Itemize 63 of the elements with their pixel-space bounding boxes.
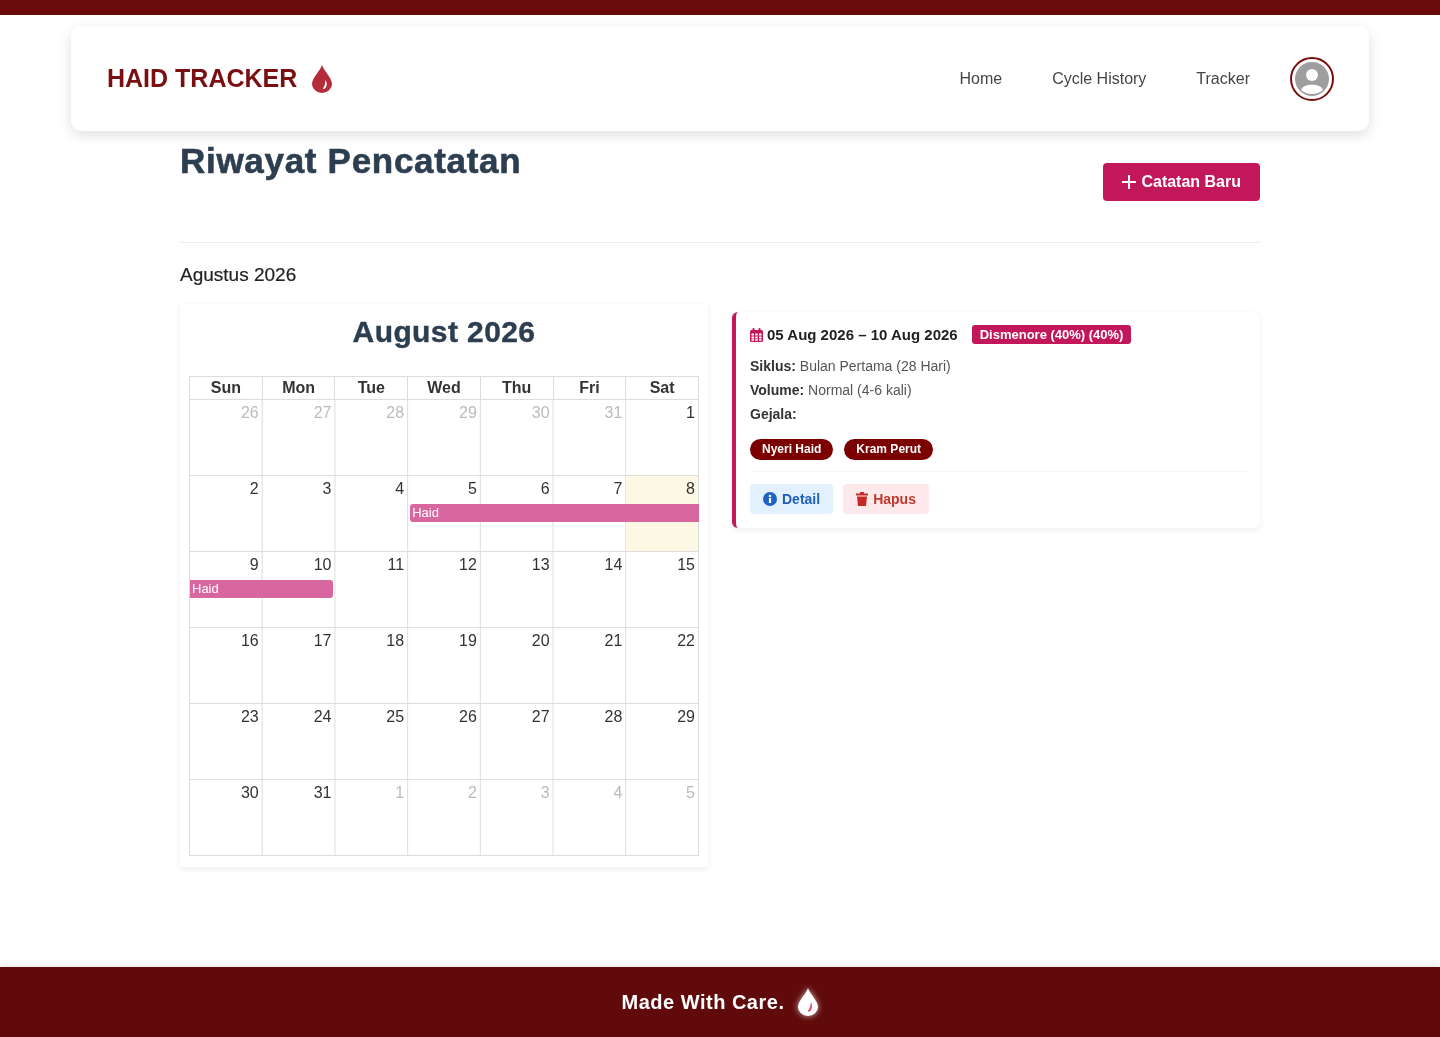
day-number[interactable]: 8	[626, 476, 698, 504]
drop-icon	[798, 988, 819, 1016]
brand-title[interactable]: HAID TRACKER	[107, 64, 298, 93]
nav-link[interactable]: Tracker	[1196, 69, 1250, 88]
detail-line: Siklus: Bulan Pertama (28 Hari)	[750, 357, 951, 375]
weekday-header: Mon	[262, 377, 336, 400]
calendar-icon	[750, 327, 763, 342]
day-number[interactable]: 5	[408, 476, 480, 504]
day-number[interactable]: 9	[190, 552, 262, 580]
day-number[interactable]: 22	[626, 628, 698, 656]
delete-button[interactable]: Hapus	[843, 484, 929, 514]
date-range: 05 Aug 2026 – 10 Aug 2026	[767, 326, 958, 343]
day-number[interactable]: 28	[553, 704, 626, 732]
day-number[interactable]: 6	[480, 476, 553, 504]
info-icon	[763, 492, 777, 506]
day-number[interactable]: 1	[626, 400, 698, 428]
weekday-header: Tue	[335, 377, 409, 400]
day-number[interactable]: 15	[626, 552, 698, 580]
day-number[interactable]: 2	[190, 476, 262, 504]
symptom-tag: Nyeri Haid	[750, 439, 834, 460]
footer-text: Made With Care.	[621, 990, 785, 1014]
day-number[interactable]: 25	[335, 704, 408, 732]
weekday-header: Sat	[626, 377, 699, 400]
day-number[interactable]: 21	[553, 628, 626, 656]
day-number[interactable]: 30	[190, 780, 262, 808]
day-number[interactable]: 7	[553, 476, 626, 504]
day-number[interactable]: 16	[190, 628, 262, 656]
day-number[interactable]: 11	[335, 552, 408, 580]
day-number[interactable]: 24	[262, 704, 335, 732]
symptom-tag: Kram Perut	[844, 439, 934, 460]
weekday-header: Fri	[553, 377, 627, 400]
month-heading: Agustus 2026	[180, 263, 298, 286]
day-number[interactable]: 27	[480, 704, 553, 732]
day-number[interactable]: 12	[408, 552, 480, 580]
weekday-header: Thu	[480, 377, 554, 400]
detail-button[interactable]: Detail	[750, 484, 834, 514]
avatar-icon[interactable]	[1290, 56, 1334, 101]
day-number[interactable]: 26	[408, 704, 480, 732]
day-number[interactable]: 17	[262, 628, 335, 656]
day-number[interactable]: 29	[626, 704, 698, 732]
symptoms-label: Gejala:	[750, 405, 797, 423]
new-record-button[interactable]: Catatan Baru	[1103, 163, 1260, 201]
day-number[interactable]: 14	[553, 552, 626, 580]
day-number[interactable]: 19	[408, 628, 480, 656]
detail-line: Volume: Normal (4-6 kali)	[750, 381, 912, 399]
day-number[interactable]: 18	[335, 628, 408, 656]
weekday-header: Sun	[190, 377, 263, 400]
diagnosis-badge: Dismenore (40%) (40%)	[971, 325, 1132, 344]
page-title: Riwayat Pencatatan	[180, 140, 522, 182]
day-number[interactable]: 23	[190, 704, 262, 732]
weekday-header: Wed	[408, 377, 481, 400]
nav-link[interactable]: Home	[959, 69, 1003, 88]
plus-icon	[1122, 175, 1137, 189]
drop-icon	[312, 64, 333, 93]
day-number[interactable]: 31	[262, 780, 335, 808]
day-number[interactable]: 4	[335, 476, 408, 504]
trash-icon	[856, 492, 869, 506]
calendar-title: August 2026	[352, 314, 536, 350]
day-number[interactable]: 3	[262, 476, 335, 504]
day-number[interactable]: 13	[480, 552, 553, 580]
day-number[interactable]: 20	[480, 628, 553, 656]
day-number[interactable]: 10	[262, 552, 335, 580]
nav-link[interactable]: Cycle History	[1052, 69, 1147, 88]
